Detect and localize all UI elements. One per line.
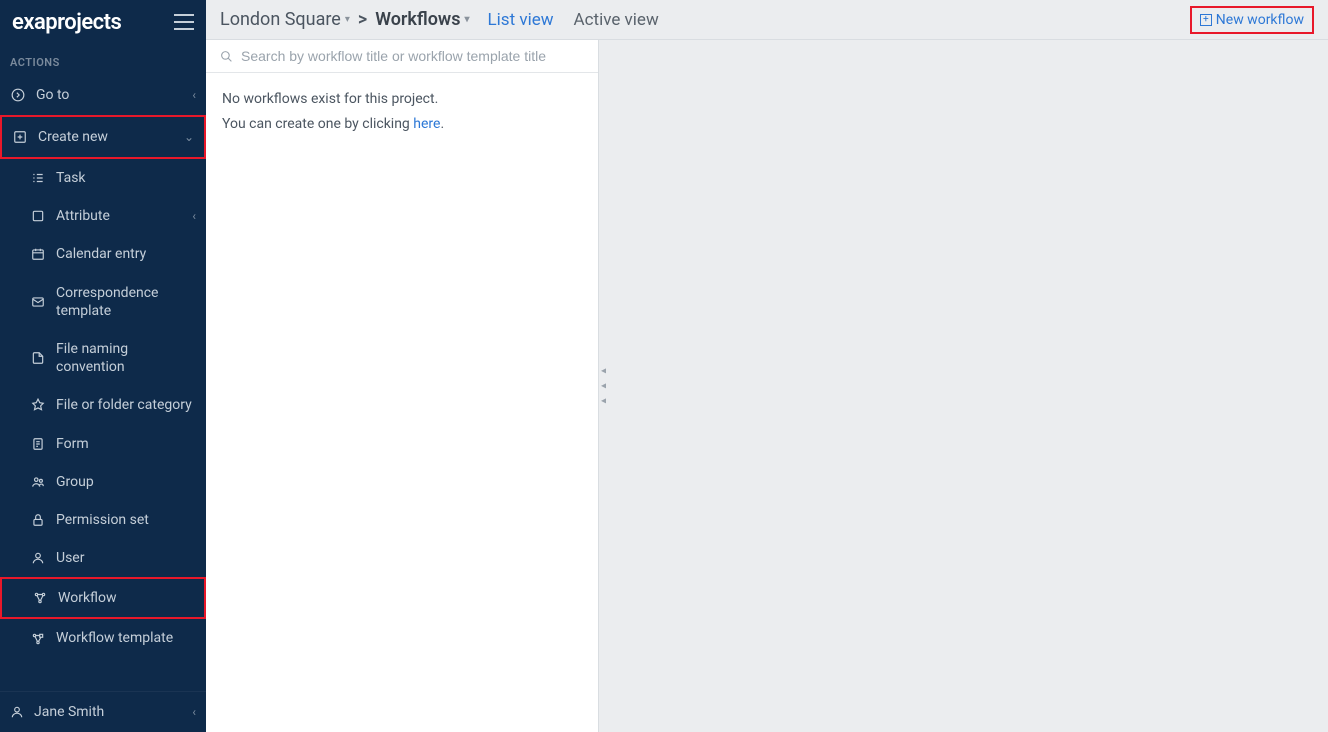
sidebar-item-label: Group: [56, 473, 94, 491]
sidebar-item-label: Task: [56, 169, 86, 187]
tag-icon: [30, 398, 46, 412]
sidebar-item-label: Form: [56, 435, 89, 453]
list-panel: No workflows exist for this project. You…: [206, 40, 599, 732]
chevron-down-icon: ⌄: [184, 130, 194, 144]
file-icon: [30, 351, 46, 365]
plus-square-icon: +: [1200, 14, 1212, 26]
sidebar-item-attribute[interactable]: Attribute ‹: [0, 197, 206, 235]
sidebar-item-label: Go to: [36, 87, 69, 103]
chevron-left-icon: ‹: [192, 88, 196, 102]
empty-line-2: You can create one by clicking here.: [222, 112, 582, 137]
detail-panel: ◂ ◂ ◂: [599, 40, 1328, 732]
panel-resize-handle[interactable]: ◂ ◂ ◂: [599, 366, 606, 407]
caret-left-icon: ◂: [601, 396, 606, 407]
person-icon: [10, 705, 26, 719]
sidebar-section-label: ACTIONS: [0, 44, 206, 75]
empty-line-2-prefix: You can create one by clicking: [222, 116, 413, 132]
sidebar-item-label: Workflow: [58, 589, 117, 607]
sidebar-item-label: File or folder category: [56, 396, 192, 414]
sidebar-user[interactable]: Jane Smith ‹: [0, 691, 206, 732]
sidebar-item-correspondence-template[interactable]: Correspondence template: [0, 274, 206, 330]
breadcrumb-section-label: Workflows: [375, 9, 460, 30]
checklist-icon: [30, 171, 46, 185]
caret-left-icon: ◂: [601, 381, 606, 392]
create-here-link[interactable]: here: [413, 116, 440, 132]
arrow-right-circle-icon: [10, 88, 26, 102]
sidebar-item-workflow-template[interactable]: Workflow template: [0, 619, 206, 657]
sidebar-item-label: Correspondence template: [56, 284, 196, 320]
caret-down-icon: ▾: [345, 14, 350, 25]
empty-state: No workflows exist for this project. You…: [206, 73, 598, 151]
menu-toggle-icon[interactable]: [174, 14, 194, 30]
sidebar-item-file-naming[interactable]: File naming convention: [0, 330, 206, 386]
sidebar-goto[interactable]: Go to ‹: [0, 75, 206, 115]
topbar: London Square ▾ > Workflows ▾ List view …: [206, 0, 1328, 40]
new-workflow-button[interactable]: + New workflow: [1190, 6, 1314, 34]
user-name: Jane Smith: [34, 704, 104, 720]
caret-left-icon: ◂: [601, 366, 606, 377]
sidebar-item-label: User: [56, 549, 84, 567]
sidebar-item-label: Create new: [38, 129, 108, 145]
sidebar-item-user[interactable]: User: [0, 539, 206, 577]
sidebar-item-permission-set[interactable]: Permission set: [0, 501, 206, 539]
sidebar-item-label: Calendar entry: [56, 245, 146, 263]
new-workflow-label: New workflow: [1216, 12, 1304, 28]
sidebar-item-label: File naming convention: [56, 340, 196, 376]
caret-down-icon: ▾: [464, 14, 469, 25]
mail-icon: [30, 295, 46, 309]
sidebar-item-group[interactable]: Group: [0, 463, 206, 501]
user-icon: [30, 551, 46, 565]
chevron-left-icon: ‹: [192, 209, 196, 223]
breadcrumb-separator: >: [358, 9, 367, 30]
square-icon: [30, 209, 46, 223]
lock-icon: [30, 513, 46, 527]
search-icon: [220, 50, 233, 63]
form-icon: [30, 437, 46, 451]
search-box: [206, 40, 598, 73]
breadcrumb-project-label: London Square: [220, 9, 341, 30]
users-icon: [30, 475, 46, 489]
plus-square-icon: [12, 130, 28, 144]
workflow-template-icon: [30, 632, 46, 646]
sidebar-item-label: Workflow template: [56, 629, 173, 647]
chevron-left-icon: ‹: [192, 705, 196, 719]
sidebar-item-form[interactable]: Form: [0, 425, 206, 463]
sidebar-item-label: Attribute: [56, 207, 110, 225]
active-view-label[interactable]: Active view: [574, 10, 659, 30]
breadcrumb-project[interactable]: London Square ▾: [220, 9, 350, 30]
sidebar-item-workflow[interactable]: Workflow: [0, 577, 206, 619]
sidebar-item-calendar-entry[interactable]: Calendar entry: [0, 235, 206, 273]
sidebar-item-file-folder-category[interactable]: File or folder category: [0, 386, 206, 424]
search-input[interactable]: [241, 48, 584, 64]
sidebar-item-label: Permission set: [56, 511, 149, 529]
sidebar-item-task[interactable]: Task: [0, 159, 206, 197]
sidebar-create-new[interactable]: Create new ⌄: [0, 115, 206, 159]
breadcrumb: London Square ▾ > Workflows ▾ List view …: [220, 9, 659, 30]
sidebar: exaprojects ACTIONS Go to ‹ Create new ⌄: [0, 0, 206, 732]
empty-line-1: No workflows exist for this project.: [222, 87, 582, 112]
main-area: London Square ▾ > Workflows ▾ List view …: [206, 0, 1328, 732]
breadcrumb-section[interactable]: Workflows ▾: [375, 9, 469, 30]
workflow-icon: [32, 591, 48, 605]
calendar-icon: [30, 247, 46, 261]
list-view-link[interactable]: List view: [488, 10, 554, 30]
logo[interactable]: exaprojects: [12, 10, 121, 35]
